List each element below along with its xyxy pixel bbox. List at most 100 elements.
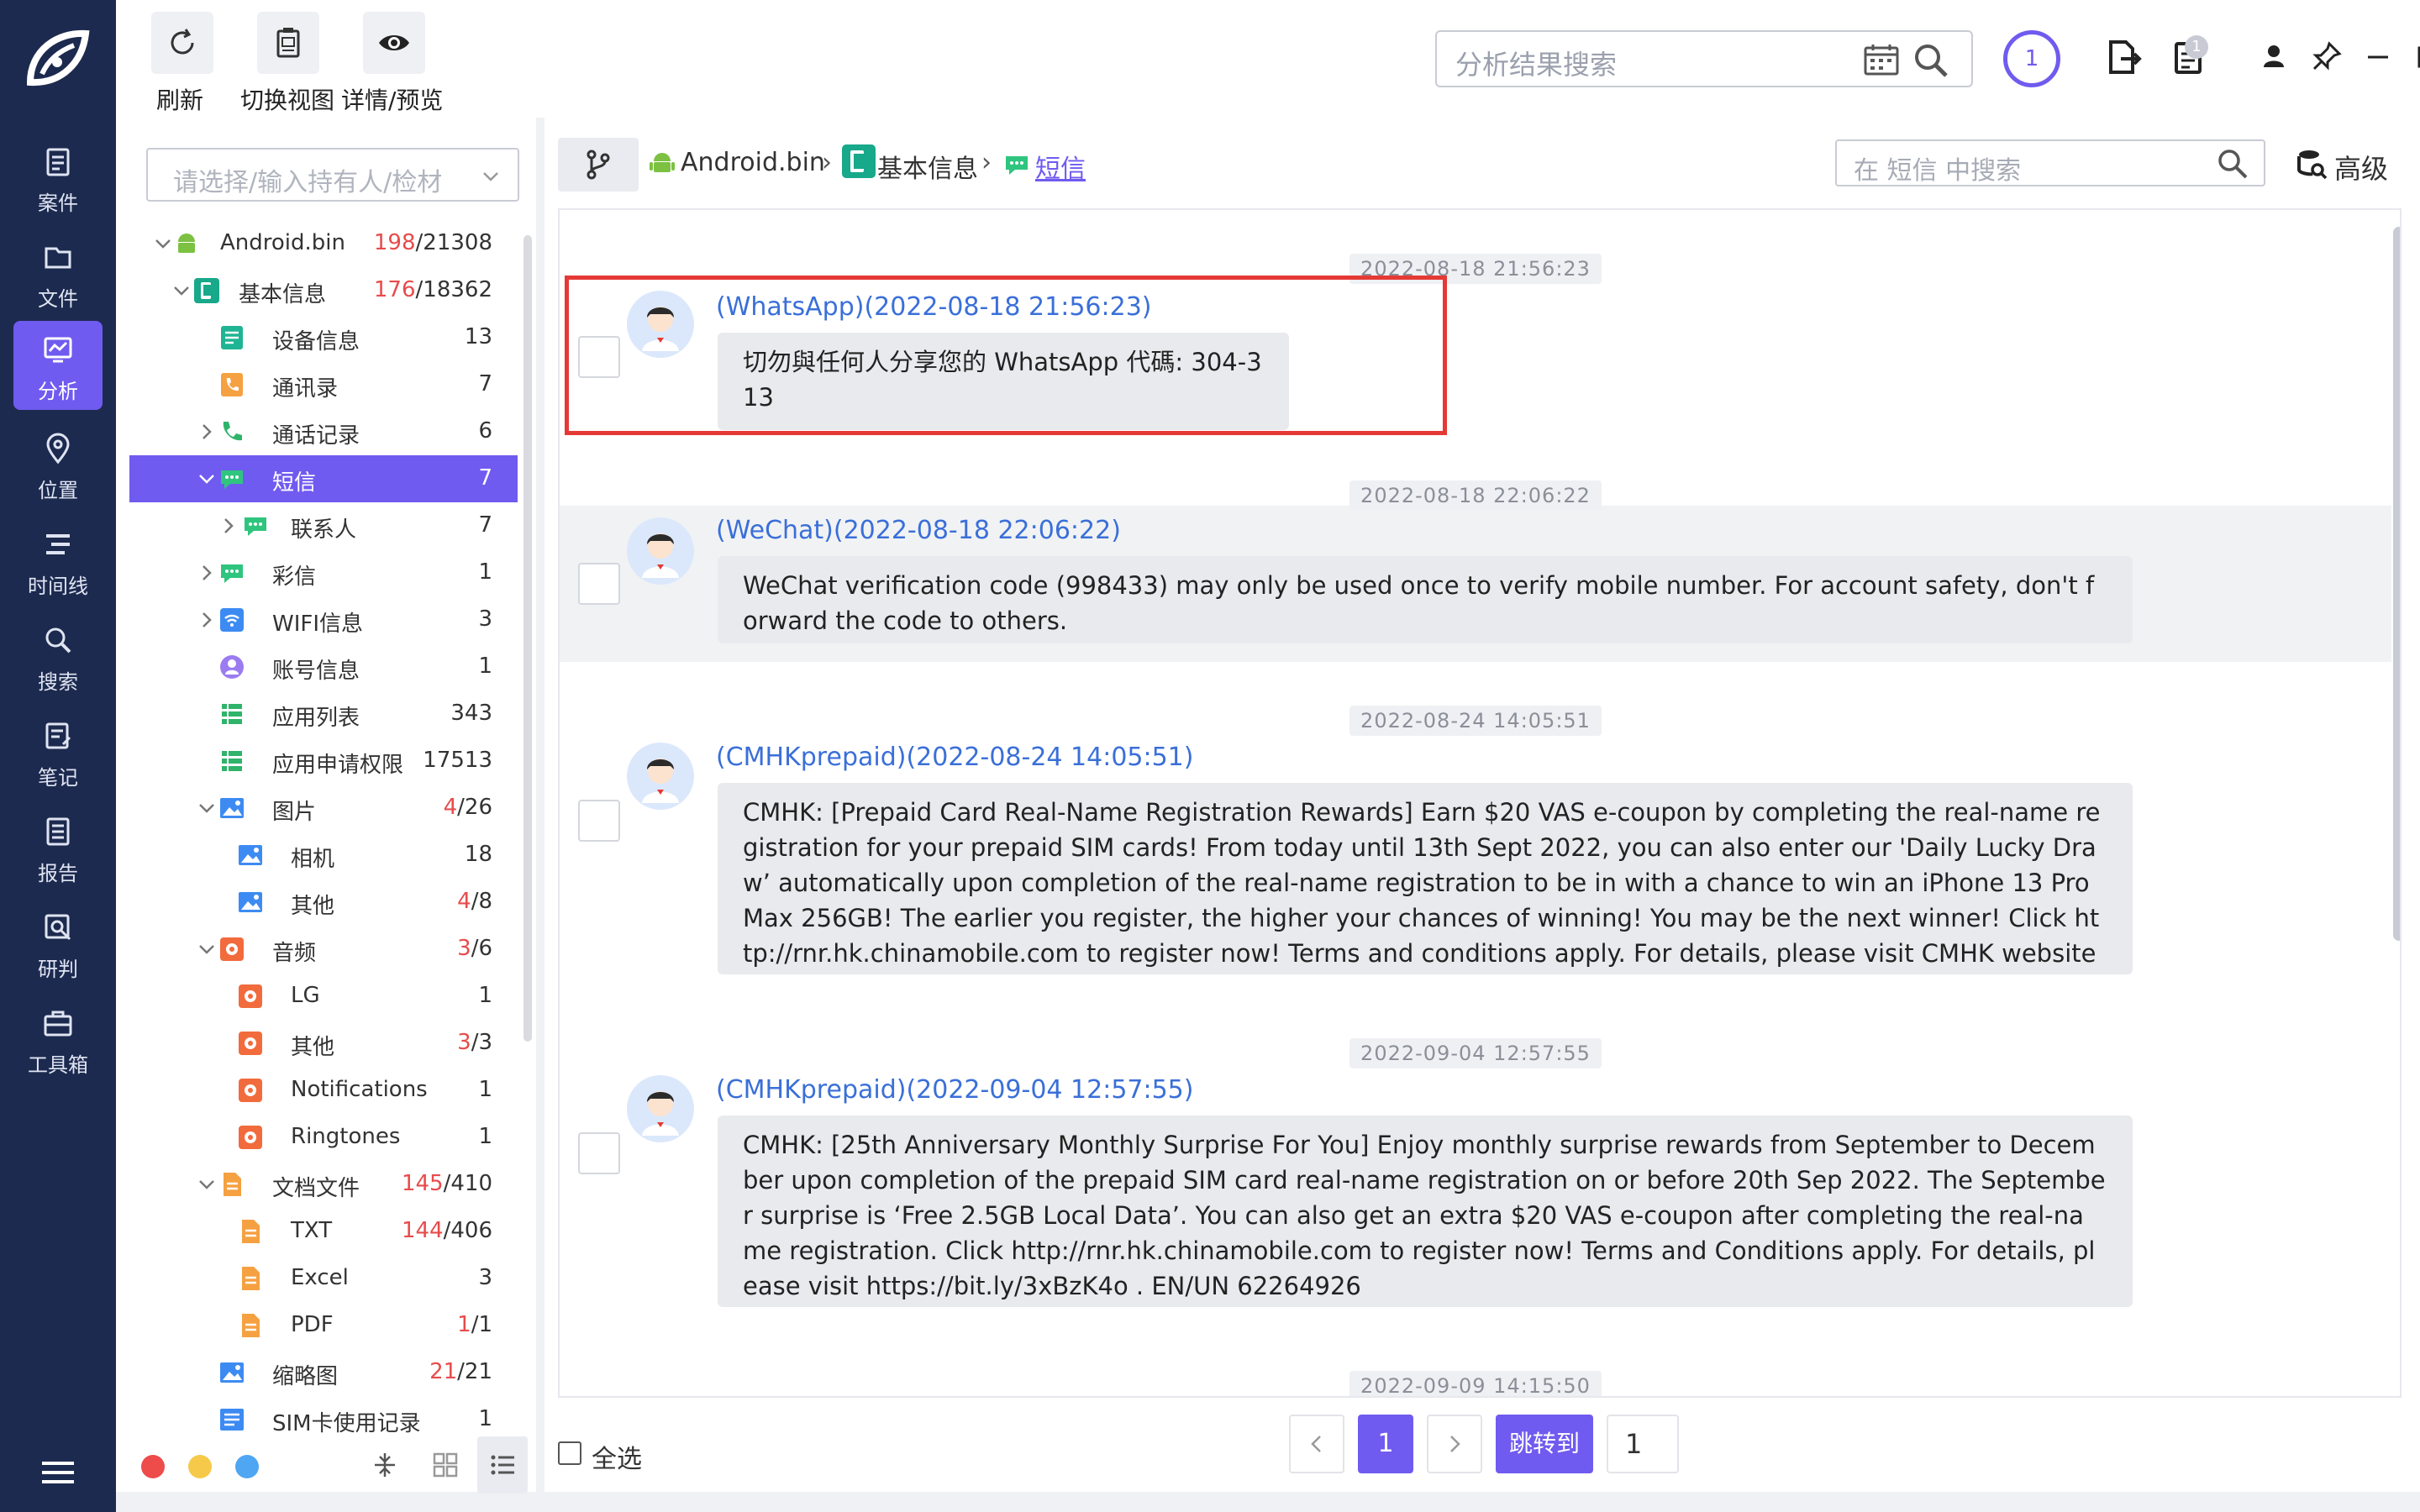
tree-item[interactable]: 其他 4/8 [129,879,518,926]
nav-label: 笔记 [38,766,78,790]
nav-inspect[interactable]: 研判 [13,899,103,988]
tree-item[interactable]: 图片 4/26 [129,785,518,832]
tree-item[interactable]: 短信 7 [129,455,518,502]
notification-badge: 1 [2185,35,2208,59]
switch-view-button[interactable] [257,12,319,74]
message-sender[interactable]: (WeChat)(2022-08-18 22:06:22) [716,516,1121,545]
tree-item[interactable]: 基本信息 176/18362 [129,267,518,314]
chevron-down-icon[interactable] [171,281,192,301]
pin-icon[interactable] [2306,37,2346,77]
chevron-right-icon[interactable] [197,563,217,583]
minimize-icon[interactable] [2358,37,2398,77]
prev-page-button[interactable] [1289,1415,1344,1473]
tree-item[interactable]: 缩略图 21/21 [129,1349,518,1396]
branch-button[interactable] [558,138,639,192]
collapse-all-button[interactable] [360,1436,410,1494]
message-sender[interactable]: (CMHKprepaid)(2022-09-04 12:57:55) [716,1075,1193,1105]
tree-item-label: PDF [291,1312,334,1337]
tree-item[interactable]: Android.bin 198/21308 [129,220,518,267]
result-search-input[interactable]: 分析结果搜索 [1435,30,1973,87]
tree-item[interactable]: 音频 3/6 [129,926,518,973]
jump-to-button[interactable]: 跳转到 [1496,1415,1593,1473]
detail-preview-button[interactable] [363,12,425,74]
chevron-down-icon[interactable] [197,798,217,818]
breadcrumb-root[interactable]: Android.bin [681,148,825,177]
nav-timeline[interactable]: 时间线 [13,516,103,605]
checkbox-box[interactable] [558,1441,581,1465]
tree-item[interactable]: 彩信 1 [129,549,518,596]
tree-item[interactable]: TXT 144/406 [129,1208,518,1255]
breadcrumb-level2[interactable]: 短信 [1035,148,1086,185]
list-icon [218,748,245,774]
chevron-down-icon[interactable] [153,234,173,254]
search-icon[interactable] [1912,42,1949,79]
advanced-search-icon[interactable] [2296,148,2328,180]
chevron-down-icon[interactable] [197,1174,217,1194]
hamburger-menu-icon[interactable] [42,1460,74,1485]
tree-item[interactable]: 应用列表 343 [129,690,518,738]
sms-icon [218,465,245,492]
maximize-icon[interactable] [2408,37,2420,77]
tree-item[interactable]: 应用申请权限 17513 [129,738,518,785]
user-icon[interactable] [2254,37,2294,77]
refresh-button[interactable] [151,12,213,74]
page-button-current[interactable]: 1 [1358,1415,1413,1473]
message-sender[interactable]: (CMHKprepaid)(2022-08-24 14:05:51) [716,743,1193,772]
tree-scrollbar[interactable] [523,235,532,1042]
breadcrumb-level1[interactable]: 基本信息 [877,148,978,185]
message-list-scrollbar[interactable] [2393,227,2400,941]
tree-item-label: SIM卡使用记录 [272,1411,421,1436]
next-page-button[interactable] [1427,1415,1482,1473]
nav-report[interactable]: 报告 [13,803,103,892]
tree-item[interactable]: 其他 3/3 [129,1020,518,1067]
chevron-down-icon[interactable] [197,469,217,489]
tree-item[interactable]: 通话记录 6 [129,408,518,455]
tree-item[interactable]: 设备信息 13 [129,314,518,361]
grid-view-button[interactable] [420,1436,471,1494]
nav-analysis[interactable]: 分析 [13,321,103,410]
tree-item[interactable]: LG 1 [129,973,518,1020]
nav-case[interactable]: 案件 [13,133,103,222]
nav-toolbox[interactable]: 工具箱 [13,995,103,1084]
export-icon[interactable] [2102,37,2143,77]
tree-item[interactable]: Notifications 1 [129,1067,518,1114]
chevron-down-icon[interactable] [197,939,217,959]
tree-item[interactable]: WIFI信息 3 [129,596,518,643]
calendar-icon[interactable] [1864,44,1899,76]
tree-item[interactable]: Excel 3 [129,1255,518,1302]
blue-dot-icon[interactable] [235,1455,259,1478]
tree-item-count-highlight: 198 [373,230,416,255]
chevron-right-icon[interactable] [197,422,217,442]
list-view-button[interactable] [477,1436,528,1494]
tree-item-label: 彩信 [272,564,317,590]
nav-note[interactable]: 笔记 [13,707,103,796]
task-progress-badge[interactable]: 1 [2003,30,2060,87]
chevron-right-icon[interactable] [218,516,239,536]
tree-item[interactable]: 联系人 7 [129,502,518,549]
advanced-search-label[interactable]: 高级 [2334,148,2388,186]
nav-location[interactable]: 位置 [13,420,103,509]
yellow-dot-icon[interactable] [188,1455,212,1478]
jump-page-input[interactable]: 1 [1607,1415,1679,1473]
nav-search[interactable]: 搜索 [13,612,103,701]
folder-icon [45,247,71,269]
tree-item[interactable]: PDF 1/1 [129,1302,518,1349]
message-checkbox[interactable] [578,1132,620,1174]
message-checkbox[interactable] [578,563,620,605]
message-checkbox[interactable] [578,800,620,842]
red-dot-icon[interactable] [141,1455,165,1478]
tree-item-count: 18 [465,842,492,867]
nav-file[interactable]: 文件 [13,228,103,318]
tree-item-count-highlight: 21 [429,1359,458,1384]
select-all-checkbox[interactable]: 全选 [558,1430,726,1477]
tree-item[interactable]: 文档文件 145/410 [129,1161,518,1208]
tree-item-count-total: 3 [478,1265,492,1290]
chevron-right-icon[interactable] [197,610,217,630]
tree-item[interactable]: 通讯录 7 [129,361,518,408]
owner-select[interactable]: 请选择/输入持有人/检材 [146,148,519,202]
tree-item[interactable]: 账号信息 1 [129,643,518,690]
tree-item[interactable]: Ringtones 1 [129,1114,518,1161]
sms-search-input[interactable]: 在 短信 中搜索 [1835,139,2265,186]
tree-item[interactable]: 相机 18 [129,832,518,879]
search-icon[interactable] [2217,148,2249,180]
